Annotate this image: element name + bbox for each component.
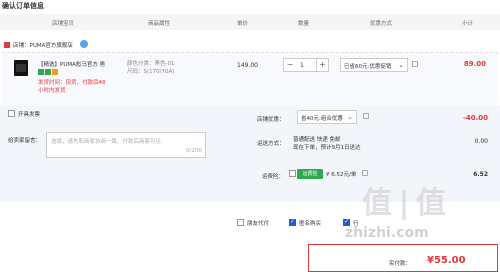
shipping-cost: 0.00: [474, 138, 488, 145]
column-header: 商品属性: [148, 21, 171, 27]
shop-discount-value: 省40元:组合优惠: [301, 116, 343, 122]
shipping-details: 普通配送 快递 免邮 现在下单，预计9月1日送达: [293, 136, 361, 152]
insurance-badge: 运费险: [297, 169, 323, 179]
product-thumbnail[interactable]: [14, 60, 28, 76]
shipping-label: 运送方式：: [257, 141, 285, 147]
anonymous-checkbox[interactable]: [289, 218, 296, 226]
column-header-row: 店铺宝贝 商品属性 单价 数量 优惠方式 小计: [0, 14, 500, 30]
total-panel: 实付款： ¥55.00: [308, 244, 498, 272]
item-tags: [38, 69, 59, 76]
service-tag-icon: [52, 69, 58, 75]
column-header: 优惠方式: [370, 21, 393, 27]
item-coupon-select[interactable]: 已省60元:优惠促销 ⌄: [340, 58, 408, 72]
message-char-count: 0/200: [186, 148, 202, 154]
spec-size: 尺码：S(170/70A): [127, 69, 175, 75]
quantity-input[interactable]: 1: [300, 62, 304, 69]
unit-price: 149.00: [237, 62, 258, 69]
watermark-logo: 值 | 值: [362, 186, 446, 221]
info-icon[interactable]: [412, 61, 418, 67]
column-header: 单价: [237, 21, 249, 27]
shop-name[interactable]: 店铺：PUMA官方旗舰店: [13, 41, 73, 49]
increment-button[interactable]: +: [316, 59, 328, 71]
column-header: 数量: [298, 21, 310, 27]
friend-pay-label: 朋友代付: [247, 221, 270, 227]
message-textarea[interactable]: 选填，请先和商家协商一致，付款后商家可见 0/200: [46, 132, 206, 158]
service-tag-icon: [38, 69, 44, 75]
shipping-eta: 现在下单，预计9月1日送达: [293, 145, 361, 151]
shop-row: 店铺：PUMA官方旗舰店: [0, 38, 500, 52]
column-header: 小计: [462, 21, 474, 27]
invoice-checkbox[interactable]: [8, 110, 15, 117]
item-spec: 颜色分类：黑色-01 尺码：S(170/70A): [127, 60, 174, 76]
decrement-button[interactable]: −: [284, 59, 296, 71]
chevron-down-icon: ⌄: [347, 113, 353, 121]
shipping-method: 普通配送 快递 免邮: [293, 137, 341, 143]
page-title: 确认订单信息: [2, 2, 44, 10]
message-label: 给卖家留言：: [8, 138, 42, 144]
info-icon[interactable]: [362, 170, 368, 176]
shop-discount-select[interactable]: 省40元:组合优惠 ⌄: [297, 110, 357, 124]
quantity-stepper: − 1 +: [283, 58, 329, 72]
service-tag-icon: [45, 69, 51, 75]
column-header: 店铺宝贝: [52, 21, 75, 27]
anonymous-label: 匿名购买: [299, 221, 322, 227]
spec-color: 颜色分类：黑色-01: [127, 61, 175, 67]
watermark-url: zhizhi.com: [345, 225, 429, 241]
chat-icon[interactable]: [80, 40, 88, 48]
info-icon[interactable]: [363, 113, 369, 119]
invoice-label: 开具发票: [18, 112, 41, 118]
insurance-checkbox[interactable]: [289, 170, 296, 177]
shop-discount-label: 店铺优惠：: [257, 117, 285, 123]
item-subtotal: 89.00: [463, 60, 486, 68]
insurance-price: ¥ 6.52元/单: [326, 172, 357, 178]
shop-discount-amount: -40.00: [462, 114, 488, 122]
total-label: 实付款：: [389, 261, 412, 267]
friend-pay-checkbox[interactable]: [237, 219, 244, 226]
total-amount: ¥55.00: [427, 255, 466, 266]
chevron-down-icon: ⌄: [398, 61, 404, 69]
item-coupon-value: 已省60元:优惠促销: [344, 64, 392, 70]
insurance-amount: 6.52: [473, 171, 488, 178]
message-placeholder: 选填，请先和商家协商一致，付款后商家可见: [51, 139, 162, 145]
shop-icon: [4, 42, 10, 48]
delivery-promo: 发货时间：现货，付款后48小时内发货: [38, 80, 106, 94]
insurance-label: 运费险：: [262, 174, 285, 180]
